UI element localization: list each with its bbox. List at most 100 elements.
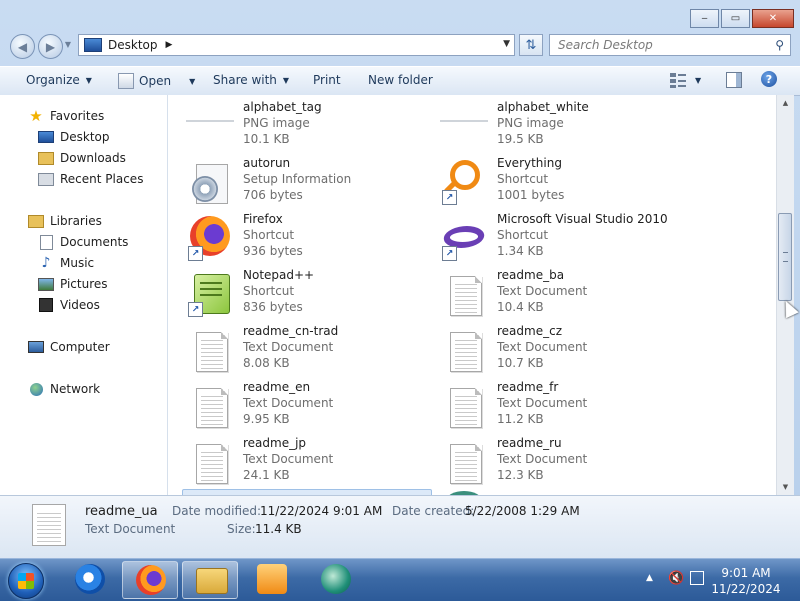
nav-downloads-label: Downloads (60, 151, 126, 165)
file-item[interactable]: ↗ Notepad++ Shortcut 836 bytes (186, 266, 436, 320)
search-placeholder: Search Desktop (558, 38, 653, 52)
file-size: 10.1 KB (243, 132, 290, 146)
nav-desktop[interactable]: Desktop (38, 128, 110, 146)
search-icon[interactable]: ⚲ (775, 38, 784, 52)
taskbar-firefox[interactable] (122, 561, 178, 599)
address-dropdown-icon[interactable]: ▼ (503, 39, 510, 49)
file-item[interactable]: readme_cz Text Document 10.7 KB (440, 322, 690, 376)
scroll-down-icon[interactable]: ▼ (777, 479, 794, 495)
new-folder-label: New folder (368, 73, 433, 87)
open-button[interactable]: Open ▼ (118, 73, 195, 89)
file-item[interactable]: alphabet_white PNG image 19.5 KB (440, 98, 690, 152)
nav-libraries[interactable]: Libraries (28, 212, 102, 230)
nav-recent-places[interactable]: Recent Places (38, 170, 143, 188)
organize-button[interactable]: Organize ▼ (26, 73, 92, 87)
file-type: Shortcut (243, 228, 295, 242)
nav-computer[interactable]: Computer (28, 338, 110, 356)
arrow-right-icon: ▶ (45, 39, 56, 54)
organize-label: Organize (26, 73, 80, 87)
file-name: readme_ru (497, 436, 562, 450)
taskbar-media-player[interactable] (244, 561, 300, 599)
file-type: Text Document (243, 340, 334, 354)
visual-studio-icon: ↗ (440, 214, 488, 262)
back-button[interactable]: ◀ (10, 34, 35, 59)
size-value: 11.4 KB (255, 522, 302, 536)
file-type: Text Document (497, 396, 588, 410)
print-label: Print (313, 73, 341, 87)
libraries-icon (28, 214, 44, 228)
navigation-pane: ★ Favorites Desktop Downloads Recent Plac… (0, 95, 168, 495)
help-button[interactable]: ? (761, 71, 777, 87)
show-hidden-icons-icon[interactable]: ▲ (646, 573, 653, 583)
file-item[interactable]: readme_cn-trad Text Document 8.08 KB (186, 322, 436, 376)
file-item[interactable]: ↗ Firefox Shortcut 936 bytes (186, 210, 436, 264)
clock-date: 11/22/2024 (711, 582, 781, 596)
share-with-button[interactable]: Share with ▼ (213, 73, 289, 87)
refresh-button[interactable]: ⇅ (519, 34, 543, 56)
open-label: Open (139, 74, 172, 88)
taskbar-app[interactable] (308, 561, 364, 599)
minimize-button[interactable]: ‒ (690, 9, 719, 28)
close-button[interactable]: ✕ (752, 9, 794, 28)
taskbar: ▲ 🔇 (0, 558, 800, 601)
breadcrumb-arrow-icon[interactable]: ▶ (166, 40, 173, 50)
nav-downloads[interactable]: Downloads (38, 149, 126, 167)
start-button[interactable] (8, 563, 44, 599)
date-modified-label: Date modified: (172, 504, 262, 518)
windows-explorer-icon (196, 568, 228, 594)
file-item[interactable]: readme_ba Text Document 10.4 KB (440, 266, 690, 320)
preview-pane-icon[interactable] (726, 72, 742, 88)
taskbar-clock[interactable]: 9:01 AM 11/22/2024 (700, 565, 792, 597)
text-document-icon (440, 326, 488, 374)
change-view-icon[interactable] (670, 72, 686, 88)
print-button[interactable]: Print (313, 73, 341, 87)
file-name: Firefox (243, 212, 283, 226)
details-pane: readme_ua Text Document Date modified: 1… (0, 495, 800, 559)
new-folder-button[interactable]: New folder (368, 73, 433, 87)
file-item[interactable]: readme_ru Text Document 12.3 KB (440, 434, 690, 488)
nav-pictures[interactable]: Pictures (38, 275, 108, 293)
maximize-button[interactable]: ▭ (721, 9, 750, 28)
scroll-thumb[interactable] (778, 213, 792, 301)
shortcut-arrow-icon: ↗ (442, 246, 457, 261)
volume-muted-icon[interactable]: 🔇 (668, 571, 684, 586)
recent-pages-button[interactable]: ▼ (62, 38, 74, 50)
nav-favorites[interactable]: ★ Favorites (28, 107, 104, 125)
file-type: Text Document (497, 452, 588, 466)
file-name: alphabet_white (497, 100, 589, 114)
taskbar-windows-explorer[interactable] (182, 561, 238, 599)
nav-computer-label: Computer (50, 340, 110, 354)
nav-network[interactable]: Network (28, 380, 100, 398)
nav-videos[interactable]: Videos (38, 296, 100, 314)
details-file-name: readme_ua (85, 504, 158, 519)
desktop-icon (84, 38, 102, 52)
file-list: alphabet_tag PNG image 10.1 KB alphabet_… (168, 95, 776, 495)
vertical-scrollbar[interactable]: ▲ ▼ (776, 95, 794, 495)
chevron-down-icon: ▼ (282, 75, 290, 85)
nav-network-label: Network (50, 382, 101, 396)
nav-music[interactable]: ♪ Music (38, 254, 95, 272)
shortcut-arrow-icon: ↗ (188, 246, 203, 261)
file-name: readme_jp (243, 436, 307, 450)
file-name: Everything (497, 156, 562, 170)
file-item[interactable]: readme_jp Text Document 24.1 KB (186, 434, 436, 488)
firefox-icon: ↗ (186, 214, 234, 262)
file-item[interactable]: readme_en Text Document 9.95 KB (186, 378, 436, 432)
scroll-up-icon[interactable]: ▲ (777, 95, 794, 111)
file-item[interactable]: alphabet_tag PNG image 10.1 KB (186, 98, 436, 152)
file-size: 10.7 KB (497, 356, 544, 370)
file-item[interactable]: ↗ Microsoft Visual Studio 2010 Shortcut … (440, 210, 690, 264)
search-input[interactable]: Search Desktop ⚲ (549, 34, 791, 56)
desktop-icon (38, 130, 54, 144)
taskbar-internet-explorer[interactable] (62, 561, 118, 599)
file-item[interactable]: readme_fr Text Document 11.2 KB (440, 378, 690, 432)
address-bar[interactable]: Desktop ▶ ▼ (78, 34, 515, 56)
forward-button[interactable]: ▶ (38, 34, 63, 59)
nav-documents[interactable]: Documents (38, 233, 128, 251)
view-options-chevron-icon[interactable]: ▼ (695, 76, 701, 85)
address-location[interactable]: Desktop (108, 38, 158, 52)
chevron-down-icon: ▼ (85, 75, 92, 85)
file-item[interactable]: ↗ Everything Shortcut 1001 bytes (440, 154, 690, 208)
videos-icon (38, 298, 54, 312)
file-item[interactable]: autorun Setup Information 706 bytes (186, 154, 436, 208)
